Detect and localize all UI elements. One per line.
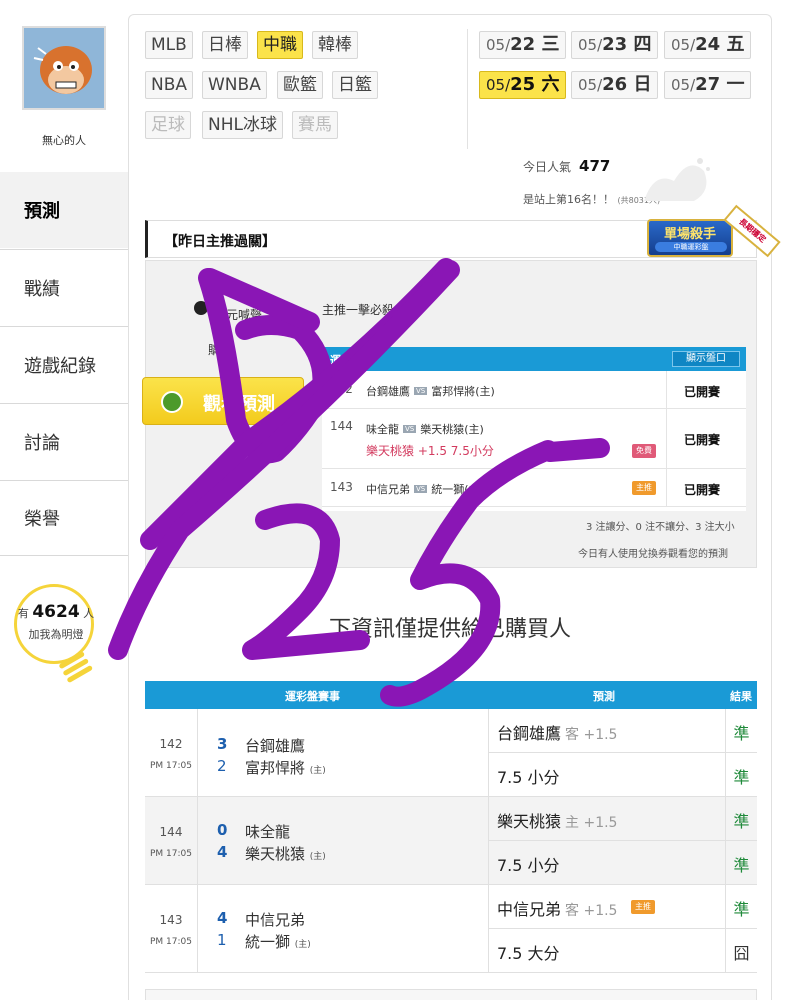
pick-spread: 台鋼雄鷹客 +1.5 [497, 724, 618, 743]
username: 無心的人 [42, 134, 86, 147]
league-npb[interactable]: 日棒 [202, 31, 248, 59]
league-wnba[interactable]: WNBA [202, 71, 267, 99]
avatar[interactable] [22, 26, 106, 110]
free-tag: 免費 [632, 444, 656, 458]
splash-decoration-icon [644, 158, 710, 201]
lottery-row: 144 味全龍 VS 樂天桃猿(主) 樂天桃猿 +1.5 7.5小分 免費 已開賽 [322, 409, 746, 469]
follow-lightbulb[interactable]: 有 4624 人 加我為明燈 [4, 584, 100, 692]
game-time: PM 17:05 [150, 761, 192, 771]
away-score: 0 [217, 821, 228, 839]
away-score: 3 [217, 735, 228, 753]
bullet-icon [194, 301, 208, 315]
game-time: PM 17:05 [150, 937, 192, 947]
status-started: 已開賽 [684, 433, 721, 447]
header-result: 結果 [730, 690, 752, 703]
status-started: 已開賽 [684, 483, 721, 497]
date-0522[interactable]: 05/22 三 [479, 31, 567, 59]
header-matches: 運彩盤賽事 [285, 690, 340, 703]
date-0527[interactable]: 05/27 一 [664, 71, 752, 99]
league-kbo[interactable]: 韓棒 [312, 31, 358, 59]
main-pick-label: 主推一擊必殺 [322, 303, 395, 317]
league-japan-basketball[interactable]: 日籃 [332, 71, 378, 99]
table-row: 144 PM 17:05 0 味全龍 4 樂天桃猿 (主) 樂天桃猿主 +1.5… [145, 797, 757, 885]
voucher-note: 今日有人使用兌換券觀看您的預測 [578, 549, 728, 560]
show-odds-button[interactable]: 顯示盤口 [672, 351, 740, 367]
away-team: 台鋼雄鷹 [245, 737, 306, 755]
popularity-today: 今日人氣 477 [523, 157, 611, 175]
away-score: 4 [217, 909, 228, 927]
result-total: 囧 [733, 944, 750, 963]
date-0525[interactable]: 05/25 六 [479, 71, 567, 99]
prediction-panel: 元喊聲 購買 主推一擊必殺 觀看預測 運彩盤 顯示盤口 142 台鋼雄鷹 VS 富邦… [142, 260, 757, 568]
header-prediction: 預測 [593, 690, 615, 703]
away-team: 味全龍 [245, 823, 291, 841]
date-0524[interactable]: 05/24 五 [664, 31, 752, 59]
league-euro-basketball[interactable]: 歐籃 [277, 71, 323, 99]
league-nhl[interactable]: NHL冰球 [202, 111, 283, 139]
table-row: 143 PM 17:05 4 中信兄弟 1 統一獅 (主) 中信兄弟客 +1.5… [145, 885, 757, 973]
result-total: 準 [733, 856, 750, 875]
home-score: 4 [217, 843, 228, 861]
result-spread: 準 [733, 812, 750, 831]
avatar-image [24, 28, 104, 108]
buy-label: 購買 [208, 343, 233, 357]
result-spread: 準 [733, 900, 750, 919]
away-team: 中信兄弟 [245, 911, 306, 929]
date-0523[interactable]: 05/23 四 [571, 31, 659, 59]
pick-spread: 中信兄弟客 +1.5 [497, 900, 618, 919]
game-number: 144 [159, 825, 183, 839]
pick-text: 樂天桃猿 +1.5 7.5小分 [366, 444, 494, 458]
home-score: 2 [217, 757, 227, 775]
home-team: 統一獅 (主) [245, 933, 311, 951]
follow-label: 加我為明燈 [28, 628, 84, 641]
league-soccer[interactable]: 足球 [145, 111, 191, 139]
league-horse-racing[interactable]: 賽馬 [292, 111, 338, 139]
home-team: 樂天桃猿 (主) [245, 845, 326, 863]
lottery-header: 運彩盤 顯示盤口 [322, 347, 746, 371]
bet-summary: 3 注讓分、0 注不讓分、3 注大小 [586, 522, 735, 533]
main-panel: MLB 日棒 中職 韓棒 NBA WNBA 歐籃 日籃 足球 NHL冰球 賽馬 … [128, 14, 781, 1000]
pick-total: 7.5 小分 [497, 768, 560, 787]
fans-count: 有 4624 人 [17, 602, 95, 622]
price-label: 元喊聲 [226, 308, 263, 322]
pick-total: 7.5 大分 [497, 944, 560, 963]
pick-total: 7.5 小分 [497, 856, 560, 875]
badge-plate: 單場殺手 中職運彩盤 [647, 219, 733, 257]
game-time: PM 17:05 [150, 849, 192, 859]
result-spread: 準 [733, 724, 750, 743]
lottery-row: 142 台鋼雄鷹 VS 富邦悍將(主) 已開賽 [322, 371, 746, 409]
nav-game-log[interactable]: 遊戲紀錄 [0, 326, 128, 402]
section-title: 【昨日主推過關】 [164, 234, 276, 250]
nav-record[interactable]: 戰績 [0, 249, 128, 325]
table-row: 142 PM 17:05 3 台鋼雄鷹 2 富邦悍將 (主) 台鋼雄鷹客 +1.… [145, 709, 757, 797]
profile-card: 無心的人 [10, 16, 118, 170]
divider [467, 29, 468, 149]
league-cpbl[interactable]: 中職 [257, 31, 303, 59]
home-team: 富邦悍將 (主) [245, 759, 326, 777]
date-0526[interactable]: 05/26 日 [571, 71, 659, 99]
game-number: 143 [159, 913, 183, 927]
buyers-only-notice: 下資訊僅提供給已購買人 [329, 617, 572, 642]
lottery-table: 運彩盤 顯示盤口 142 台鋼雄鷹 VS 富邦悍將(主) 已開賽 144 味全龍 VS… [322, 347, 746, 511]
main-pick-tag: 主推 [632, 481, 656, 495]
game-number: 142 [159, 737, 183, 751]
league-mlb[interactable]: MLB [145, 31, 193, 59]
nav-honor[interactable]: 榮譽 [0, 480, 128, 556]
result-total: 準 [733, 768, 750, 787]
coin-icon [161, 391, 183, 413]
lottery-row: 143 中信兄弟 VS 統一獅(主) 主推 已開賽 [322, 469, 746, 507]
results-header: 運彩盤賽事 預測 結果 [145, 681, 757, 709]
main-pick-tag: 主推 [631, 900, 655, 914]
view-prediction-button[interactable]: 觀看預測 [142, 377, 304, 425]
sidebar: 無心的人 預測 戰績 遊戲紀錄 討論 榮譽 有 4624 人 加我為明燈 [0, 0, 128, 1000]
next-panel-edge [145, 989, 757, 1000]
nav-discussion[interactable]: 討論 [0, 403, 128, 479]
pick-spread: 樂天桃猿主 +1.5 [497, 812, 618, 831]
nav-predict[interactable]: 預測 [0, 172, 128, 248]
league-nba[interactable]: NBA [145, 71, 194, 99]
status-started: 已開賽 [684, 385, 721, 399]
home-score: 1 [217, 931, 227, 949]
